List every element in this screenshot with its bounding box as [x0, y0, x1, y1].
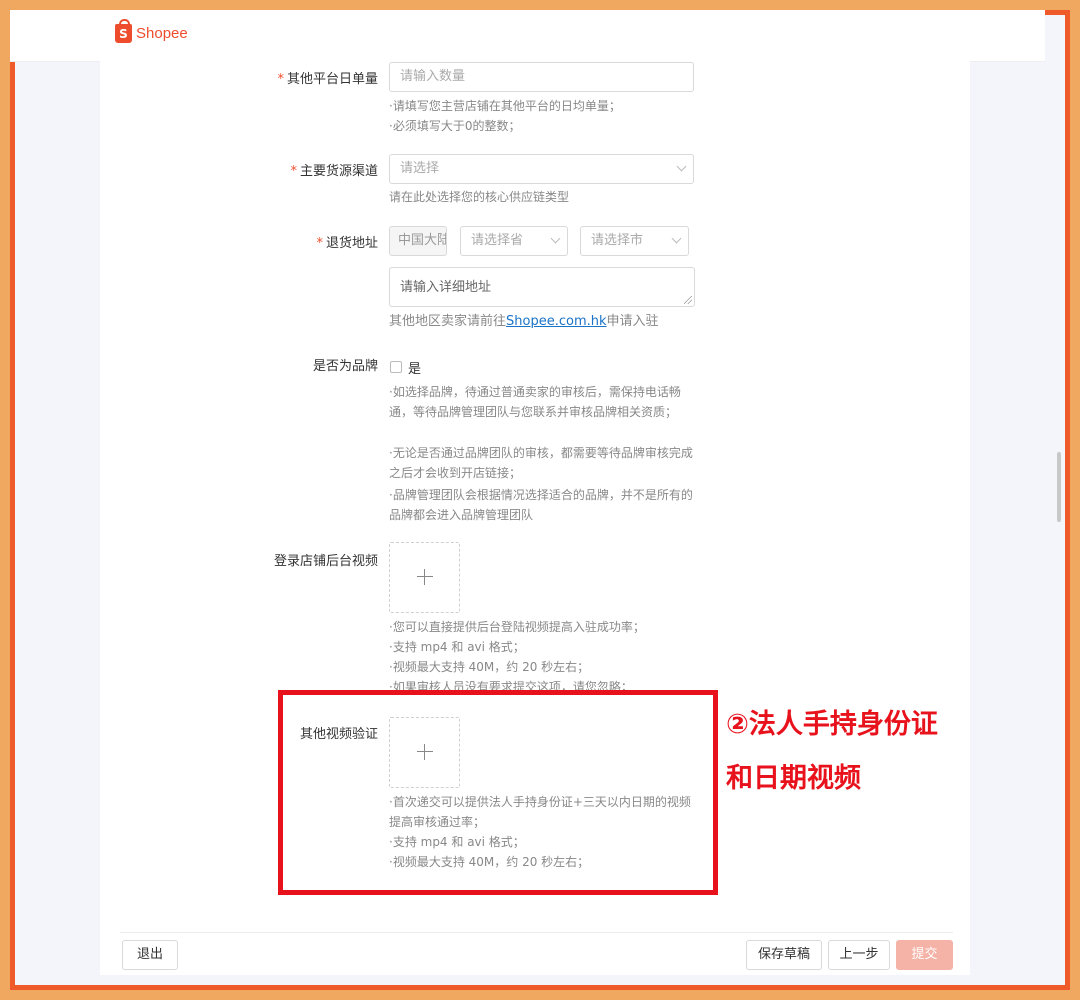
supply-channel-label-text: 主要货源渠道 — [299, 164, 378, 179]
brand-name: Shopee — [136, 25, 188, 42]
supply-channel-select[interactable]: 请选择 — [389, 154, 694, 184]
highlight-box — [278, 690, 718, 895]
supply-channel-hint: 请在此处选择您的核心供应链类型 — [389, 190, 570, 204]
province-select[interactable]: 请选择省 — [460, 226, 568, 256]
hint-prefix: 其他地区卖家请前往 — [389, 314, 507, 329]
required-mark: * — [277, 72, 284, 87]
province-placeholder: 请选择省 — [471, 233, 524, 248]
chevron-down-icon — [671, 233, 682, 244]
is-brand-label: 是否为品牌 — [312, 359, 378, 374]
shopee-hk-link[interactable]: Shopee.com.hk — [506, 314, 607, 329]
chevron-down-icon — [676, 161, 687, 172]
shopee-logo[interactable]: S Shopee — [115, 19, 188, 43]
address-detail-textarea[interactable]: 请输入详细地址 — [389, 267, 695, 307]
login-video-hint-2: ·支持 mp4 和 avi 格式； — [389, 640, 525, 654]
resize-handle-icon[interactable] — [684, 296, 692, 304]
return-address-label: * 退货地址 — [178, 232, 378, 251]
exit-button[interactable]: 退出 — [122, 940, 178, 970]
daily-orders-label-text: 其他平台日单量 — [286, 72, 378, 87]
shopee-bag-icon: S — [115, 19, 132, 43]
city-placeholder: 请选择市 — [591, 233, 644, 248]
chevron-down-icon — [550, 233, 561, 244]
is-brand-hint-1: ·如选择品牌，待通过普通卖家的审核后，需保持电话畅通，等待品牌管理团队与您联系并… — [389, 385, 681, 419]
submit-button[interactable]: 提交 — [896, 940, 953, 970]
daily-orders-hint-1: ·请填写您主营店铺在其他平台的日均单量； — [389, 99, 621, 113]
login-video-label: 登录店铺后台视频 — [273, 554, 378, 569]
scrollbar-thumb[interactable] — [1057, 452, 1061, 522]
is-brand-hint-2: ·无论是否通过品牌团队的审核，都需要等待品牌审核完成之后才会收到开店链接； — [389, 446, 693, 480]
is-brand-checkbox[interactable] — [390, 361, 402, 373]
required-mark: * — [316, 236, 323, 251]
daily-orders-label: * 其他平台日单量 — [178, 68, 378, 87]
daily-orders-input[interactable]: 请输入数量 — [389, 62, 694, 92]
address-detail-placeholder: 请输入详细地址 — [400, 280, 492, 295]
prev-step-button[interactable]: 上一步 — [828, 940, 890, 970]
annotation-line-1: ②法人手持身份证 — [726, 709, 938, 740]
login-video-hint-1: ·您可以直接提供后台登陆视频提高入驻成功率； — [389, 620, 645, 634]
annotation-line-2: 和日期视频 — [726, 763, 861, 794]
country-field: 中国大陆 — [389, 226, 447, 256]
daily-orders-hint-2: ·必须填写大于0的整数； — [389, 119, 521, 133]
plus-icon — [417, 569, 433, 585]
hint-suffix: 申请入驻 — [606, 314, 659, 329]
login-video-hint-3: ·视频最大支持 40M，约 20 秒左右； — [389, 660, 590, 674]
return-address-label-text: 退货地址 — [325, 236, 378, 251]
is-brand-checkbox-label[interactable]: 是 — [408, 358, 421, 377]
required-mark: * — [290, 164, 297, 179]
supply-channel-label: * 主要货源渠道 — [178, 160, 378, 179]
city-select[interactable]: 请选择市 — [580, 226, 689, 256]
is-brand-hint-3: ·品牌管理团队会根据情况选择适合的品牌，并不是所有的品牌都会进入品牌管理团队 — [389, 488, 693, 522]
save-draft-button[interactable]: 保存草稿 — [746, 940, 822, 970]
return-address-hint: 其他地区卖家请前往Shopee.com.hk申请入驻 — [389, 312, 659, 332]
login-video-upload[interactable] — [389, 542, 460, 613]
footer-divider — [120, 932, 953, 933]
supply-channel-placeholder: 请选择 — [400, 161, 440, 176]
